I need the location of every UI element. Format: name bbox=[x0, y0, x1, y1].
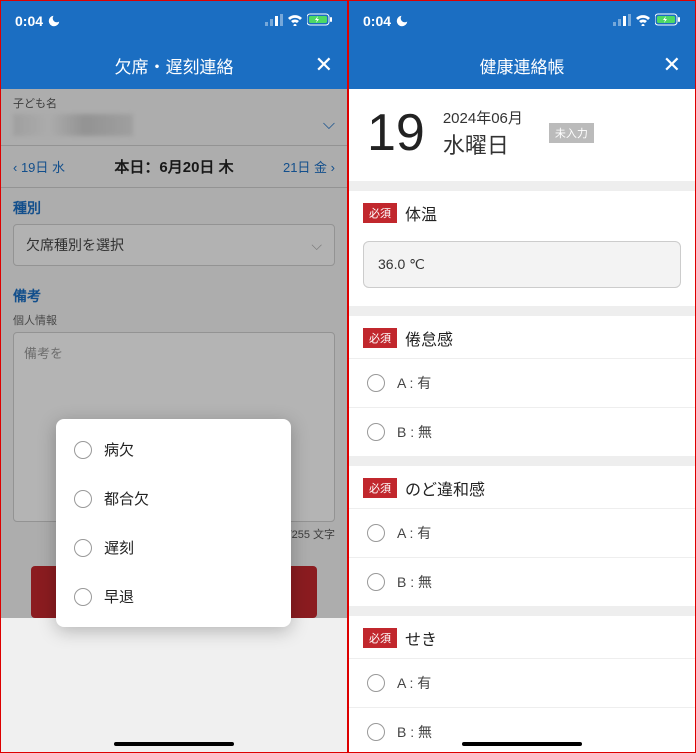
option-a[interactable]: A : 有 bbox=[349, 658, 695, 707]
radio-icon bbox=[74, 441, 92, 459]
signal-icon bbox=[613, 13, 631, 29]
question-cough: 必須 せき A : 有 B : 無 bbox=[349, 616, 695, 753]
close-icon[interactable]: ✕ bbox=[315, 52, 333, 78]
radio-icon bbox=[367, 723, 385, 741]
radio-icon bbox=[367, 423, 385, 441]
question-throat: 必須 のど違和感 A : 有 B : 無 bbox=[349, 466, 695, 616]
radio-icon bbox=[74, 490, 92, 508]
date-header: 19 2024年06月 水曜日 未入力 bbox=[349, 89, 695, 191]
option-b[interactable]: B : 無 bbox=[349, 707, 695, 753]
radio-icon bbox=[74, 588, 92, 606]
popup-option[interactable]: 都合欠 bbox=[56, 474, 291, 523]
q-title-text: 倦怠感 bbox=[405, 326, 453, 350]
q-title-text: せき bbox=[405, 626, 437, 650]
radio-icon bbox=[367, 674, 385, 692]
close-icon[interactable]: ✕ bbox=[663, 52, 681, 78]
required-badge: 必須 bbox=[363, 328, 397, 348]
question-fatigue: 必須 倦怠感 A : 有 B : 無 bbox=[349, 316, 695, 466]
popup-option[interactable]: 遅刻 bbox=[56, 523, 291, 572]
question-temperature: 必須 体温 36.0 ℃ bbox=[349, 191, 695, 316]
status-tag: 未入力 bbox=[549, 123, 594, 143]
required-badge: 必須 bbox=[363, 628, 397, 648]
status-time: 0:04 bbox=[15, 13, 43, 29]
wifi-icon bbox=[287, 13, 303, 29]
weekday: 水曜日 bbox=[443, 128, 523, 160]
signal-icon bbox=[265, 13, 283, 29]
home-indicator bbox=[462, 742, 582, 746]
option-b[interactable]: B : 無 bbox=[349, 407, 695, 456]
popup-option[interactable]: 早退 bbox=[56, 572, 291, 621]
q-title-text: のど違和感 bbox=[405, 476, 485, 500]
status-time: 0:04 bbox=[363, 13, 391, 29]
popup-option[interactable]: 病欠 bbox=[56, 425, 291, 474]
screen-absence: 0:04 欠席・遅刻連絡 ✕ 子ども名 ⌵ ‹ 19日 水 本日：6月20日 木 bbox=[0, 0, 348, 753]
radio-icon bbox=[367, 573, 385, 591]
status-bar: 0:04 bbox=[349, 1, 695, 41]
moon-icon bbox=[47, 14, 61, 28]
battery-icon bbox=[655, 13, 681, 29]
moon-icon bbox=[395, 14, 409, 28]
radio-icon bbox=[367, 374, 385, 392]
radio-icon bbox=[367, 524, 385, 542]
form-body: 子ども名 ⌵ ‹ 19日 水 本日：6月20日 木 21日 金 › 種別 欠席種… bbox=[1, 89, 347, 618]
battery-icon bbox=[307, 13, 333, 29]
required-badge: 必須 bbox=[363, 203, 397, 223]
option-a[interactable]: A : 有 bbox=[349, 508, 695, 557]
header-title: 健康連絡帳 bbox=[480, 53, 565, 78]
day-number: 19 bbox=[367, 103, 425, 163]
home-indicator bbox=[114, 742, 234, 746]
q-title-text: 体温 bbox=[405, 201, 437, 225]
header: 欠席・遅刻連絡 ✕ bbox=[1, 41, 347, 89]
header-title: 欠席・遅刻連絡 bbox=[115, 53, 234, 78]
header: 健康連絡帳 ✕ bbox=[349, 41, 695, 89]
screen-health: 0:04 健康連絡帳 ✕ 19 2024年06月 水曜日 未入力 必須 体温 3… bbox=[348, 0, 696, 753]
required-badge: 必須 bbox=[363, 478, 397, 498]
option-b[interactable]: B : 無 bbox=[349, 557, 695, 606]
radio-icon bbox=[74, 539, 92, 557]
status-bar: 0:04 bbox=[1, 1, 347, 41]
wifi-icon bbox=[635, 13, 651, 29]
type-popup: 病欠 都合欠 遅刻 早退 bbox=[56, 419, 291, 627]
year-month: 2024年06月 bbox=[443, 107, 523, 128]
temperature-input[interactable]: 36.0 ℃ bbox=[363, 241, 681, 288]
option-a[interactable]: A : 有 bbox=[349, 358, 695, 407]
